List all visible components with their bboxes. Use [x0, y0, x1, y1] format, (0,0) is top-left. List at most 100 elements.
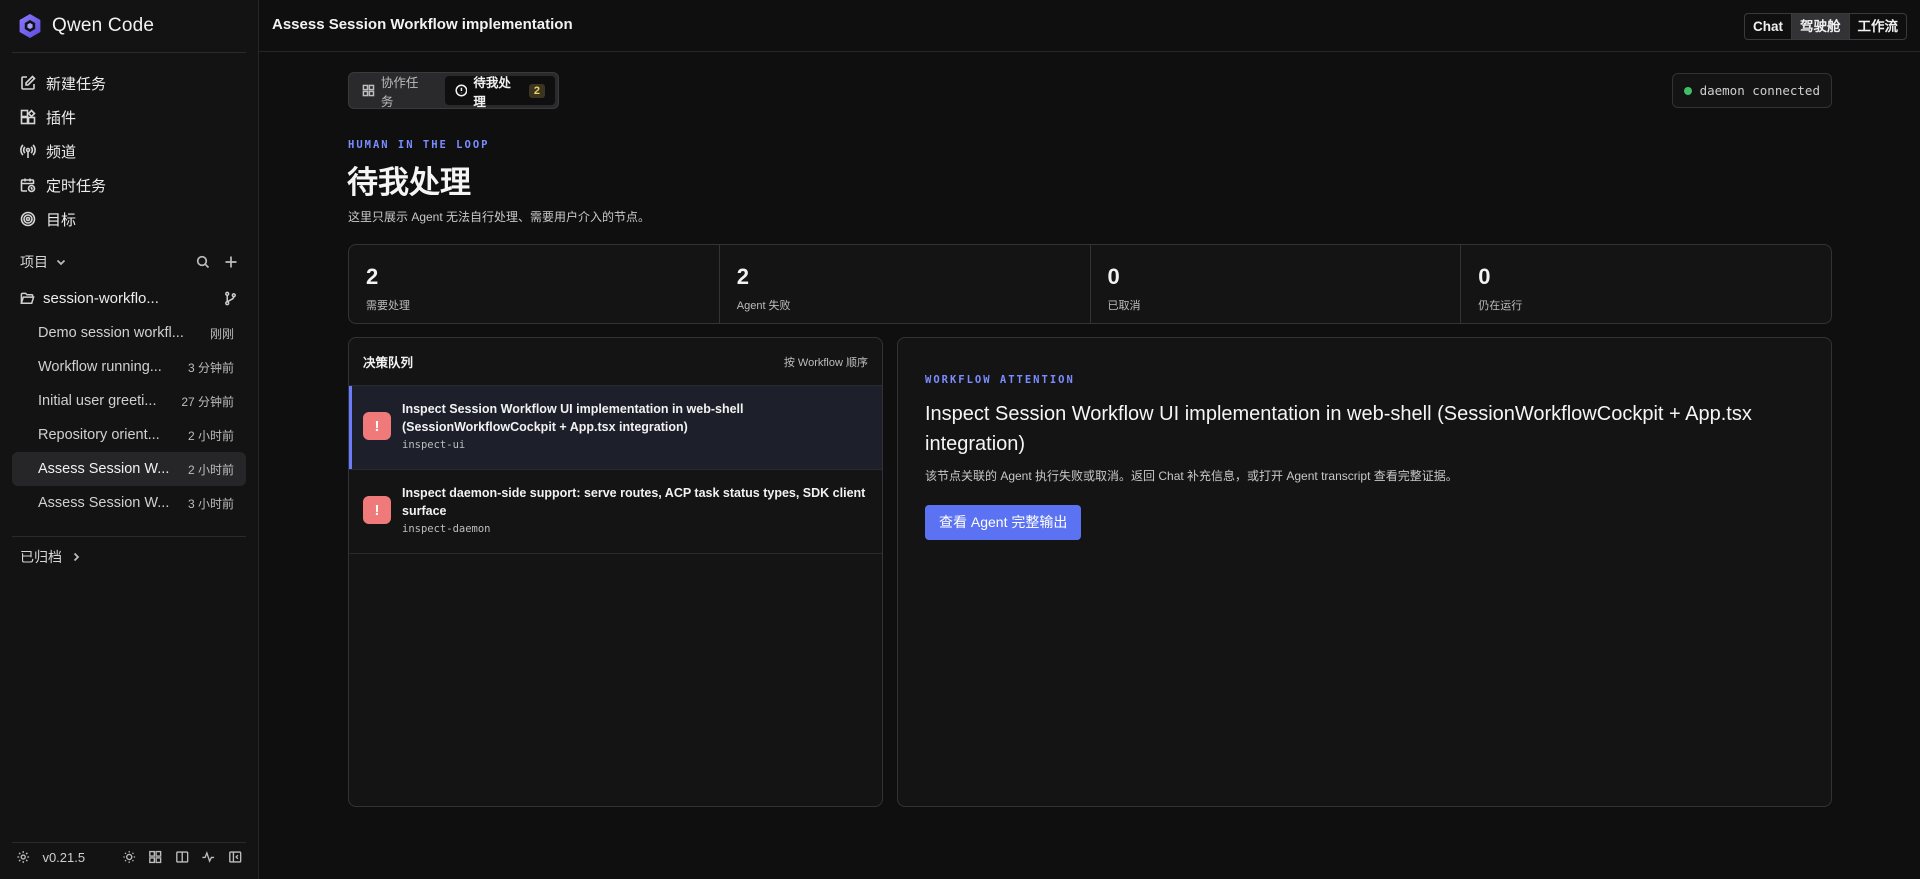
grid-icon[interactable]: [148, 849, 162, 865]
warning-icon: !: [363, 412, 391, 440]
queue-item-title: Inspect daemon-side support: serve route…: [402, 486, 866, 518]
view-agent-output-button[interactable]: 查看 Agent 完整输出: [925, 505, 1082, 540]
tab-pending[interactable]: 待我处理 2: [444, 76, 555, 109]
sidebar-footer: v0.21.5: [16, 843, 242, 871]
project-folder-name: session-workflo...: [43, 289, 159, 307]
stat-label: 已取消: [1107, 300, 1141, 312]
projects-label: 项目: [20, 254, 48, 270]
edit-icon: [21, 75, 36, 90]
projects-header: 项目: [20, 250, 238, 274]
stat-value: 0: [1478, 264, 1491, 289]
nav-plugins[interactable]: 插件: [12, 100, 246, 134]
stat-value: 2: [736, 264, 749, 289]
nav-label: 频道: [46, 143, 77, 161]
mode-chat-button[interactable]: Chat: [1745, 14, 1792, 39]
detail-eyebrow: WORKFLOW ATTENTION: [925, 374, 1075, 386]
daemon-status-text: daemon connected: [1699, 83, 1820, 98]
session-time: 2 小时前: [187, 428, 234, 443]
mode-workflow-button[interactable]: 工作流: [1850, 14, 1907, 39]
app-name: Qwen Code: [52, 15, 155, 36]
collapse-sidebar-icon[interactable]: [228, 849, 242, 865]
nav-label: 新建任务: [46, 75, 107, 93]
plus-icon[interactable]: [224, 255, 238, 269]
session-item[interactable]: Assess Session W... 3 小时前: [12, 486, 246, 520]
queue-item-title: Inspect Session Workflow UI implementati…: [402, 402, 744, 434]
archived-toggle[interactable]: 已归档: [20, 546, 82, 568]
layout-grid-icon: [362, 84, 375, 97]
plugin-icon: [20, 109, 36, 125]
mode-switch: Chat 驾驶舱 工作流: [1744, 13, 1907, 40]
stat-value: 2: [366, 264, 379, 289]
gear-icon[interactable]: [16, 849, 30, 865]
tab-label: 协作任务: [380, 75, 419, 109]
session-item-active[interactable]: Assess Session W... 2 小时前: [12, 452, 246, 486]
nav-channels[interactable]: 频道: [12, 134, 246, 168]
stat-cancelled: 0 已取消: [1091, 245, 1462, 323]
tab-collab-tasks[interactable]: 协作任务: [352, 76, 441, 109]
archived-label: 已归档: [20, 549, 62, 565]
nav-goals[interactable]: 目标: [12, 202, 246, 236]
search-icon[interactable]: [196, 255, 210, 269]
git-branch-icon[interactable]: [223, 291, 238, 306]
session-title: Assess Session Workflow implementation: [272, 16, 573, 33]
session-title: Assess Session W...: [38, 461, 170, 477]
session-item[interactable]: Repository orient... 2 小时前: [12, 418, 246, 452]
nav-scheduled-tasks[interactable]: 定时任务: [12, 168, 246, 202]
sidebar: Qwen Code 新建任务 插件 频道 定时任务 目标 项目 session-…: [0, 0, 259, 879]
view-tabs: 协作任务 待我处理 2: [348, 72, 559, 109]
session-title: Demo session workfl...: [38, 325, 184, 341]
target-icon: [20, 211, 36, 227]
section-eyebrow: HUMAN IN THE LOOP: [348, 139, 490, 151]
split-view-icon[interactable]: [175, 849, 189, 865]
divider: [12, 52, 246, 53]
status-dot: [1683, 86, 1692, 95]
brand[interactable]: Qwen Code: [16, 12, 154, 40]
detail-title: Inspect Session Workflow UI implementati…: [925, 403, 1752, 455]
nav-new-task[interactable]: 新建任务: [12, 66, 246, 100]
session-time: 2 小时前: [187, 462, 234, 477]
queue-item[interactable]: ! Inspect daemon-side support: serve rou…: [349, 470, 882, 554]
folder-open-icon: [20, 292, 35, 304]
session-item[interactable]: Initial user greeti... 27 分钟前: [12, 384, 246, 418]
queue-sort-label[interactable]: 按 Workflow 顺序: [784, 354, 868, 370]
session-time: 刚刚: [209, 326, 234, 341]
qwen-logo-icon: [19, 14, 41, 38]
alert-circle-icon: [454, 84, 467, 97]
projects-toggle[interactable]: 项目: [20, 252, 68, 272]
stat-label: 仍在运行: [1478, 300, 1523, 312]
queue-item-selected[interactable]: ! Inspect Session Workflow UI implementa…: [349, 386, 882, 470]
detail-panel: WORKFLOW ATTENTION Inspect Session Workf…: [897, 337, 1832, 807]
session-title: Assess Session W...: [38, 495, 170, 511]
sun-icon[interactable]: [122, 849, 136, 865]
queue-title: 决策队列: [363, 356, 414, 370]
session-title: Repository orient...: [38, 427, 160, 443]
stats-bar: 2 需要处理 2 Agent 失败 0 已取消 0 仍在运行: [348, 244, 1832, 324]
session-list: Demo session workfl... 刚刚 Workflow runni…: [12, 316, 246, 520]
activity-icon[interactable]: [201, 849, 215, 865]
nav-label: 目标: [46, 211, 77, 229]
mode-cockpit-button[interactable]: 驾驶舱: [1792, 14, 1850, 39]
page-title: 待我处理: [347, 165, 471, 200]
detail-description: 该节点关联的 Agent 执行失败或取消。返回 Chat 补充信息，或打开 Ag…: [925, 469, 1458, 483]
stat-value: 0: [1107, 264, 1120, 289]
nav-label: 插件: [46, 109, 77, 127]
queue-header: 决策队列 按 Workflow 顺序: [349, 338, 882, 386]
nav-label: 定时任务: [46, 177, 107, 195]
chevron-right-icon: [73, 552, 80, 562]
queue-item-id: inspect-ui: [402, 439, 466, 451]
warning-icon: !: [363, 496, 391, 524]
queue-item-id: inspect-daemon: [402, 523, 491, 535]
session-item[interactable]: Workflow running... 3 分钟前: [12, 350, 246, 384]
pending-count-badge: 2: [528, 83, 545, 98]
stat-agent-failed: 2 Agent 失败: [720, 245, 1091, 323]
version-label: v0.21.5: [42, 849, 86, 865]
calendar-clock-icon: [20, 178, 36, 193]
session-item[interactable]: Demo session workfl... 刚刚: [12, 316, 246, 350]
session-time: 3 小时前: [187, 496, 234, 511]
session-title: Workflow running...: [38, 359, 162, 375]
session-title: Initial user greeti...: [38, 393, 157, 409]
daemon-status: daemon connected: [1671, 73, 1832, 108]
chevron-down-icon: [56, 259, 66, 266]
project-folder[interactable]: session-workflo...: [20, 286, 238, 310]
decision-queue: 决策队列 按 Workflow 顺序 ! Inspect Session Wor…: [348, 337, 883, 807]
